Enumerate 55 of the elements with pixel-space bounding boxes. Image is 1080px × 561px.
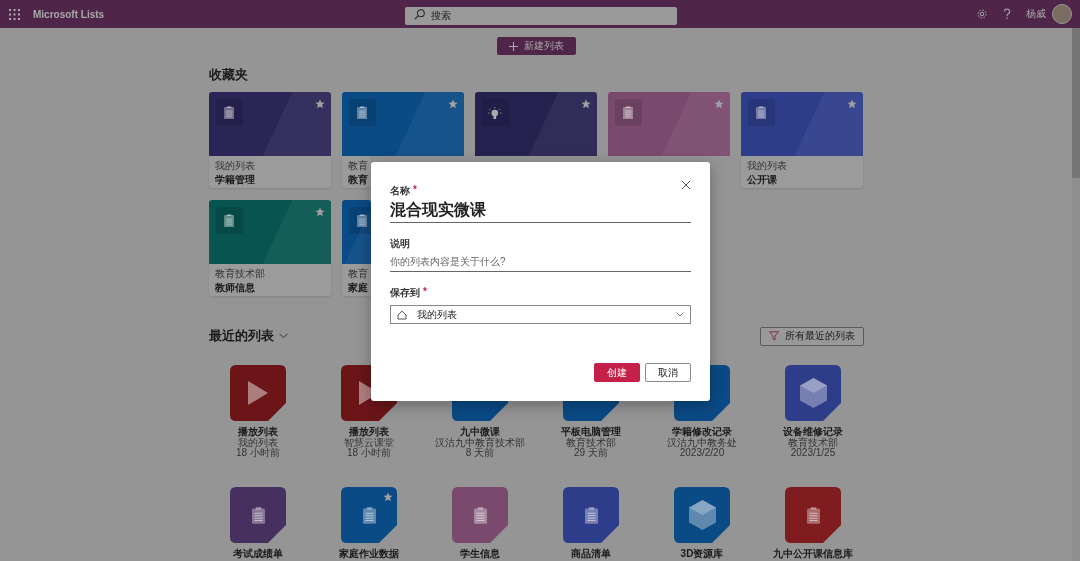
list-name[interactable]: 平板电脑管理: [561, 426, 621, 438]
list-name[interactable]: 学籍修改记录: [672, 426, 732, 438]
card-footer[interactable]: 教育 教育: [341, 156, 371, 188]
card-footer[interactable]: 教育技术部 教师信息: [208, 264, 331, 296]
card-title: 家庭: [347, 281, 368, 295]
field-label: 保存到: [390, 286, 420, 299]
new-list-button[interactable]: 新建列表: [496, 37, 576, 55]
card-title: 教育: [347, 173, 368, 187]
list-name[interactable]: 设备维修记录: [783, 426, 843, 438]
list-name[interactable]: 考试成绩单: [233, 548, 283, 560]
list-location: 汉沽九中教育技术部: [435, 438, 525, 448]
search-field[interactable]: 搜索: [404, 6, 677, 25]
card-title: 教师信息: [214, 281, 255, 295]
list-location: 汉沽九中教务处: [667, 438, 737, 448]
create-button[interactable]: 创建: [594, 363, 640, 382]
card-label: 我的列表: [746, 160, 787, 172]
required-mark: *: [423, 286, 427, 299]
list-location: 教育技术部: [788, 438, 838, 448]
list-time: 29 天前: [574, 448, 608, 458]
card-label: 教育: [347, 160, 368, 172]
list-location: 智慧云课堂: [344, 438, 394, 448]
user-name[interactable]: 杨威: [1026, 7, 1046, 21]
required-mark: *: [413, 184, 417, 197]
section-heading: 收藏夹: [208, 67, 248, 82]
card-footer[interactable]: 我的列表 学籍管理: [208, 156, 331, 188]
filter-button[interactable]: 所有最近的列表: [759, 326, 864, 346]
card-label: 教育技术部: [214, 268, 265, 280]
list-time: 8 天前: [465, 448, 495, 458]
list-name[interactable]: 学生信息: [460, 548, 500, 560]
list-time: 18 小时前: [236, 448, 280, 458]
list-time: 2023/2/20: [679, 448, 725, 458]
list-name[interactable]: 家庭作业数据: [339, 548, 399, 560]
field-label: 名称: [390, 184, 410, 197]
save-to-dropdown[interactable]: 我的列表: [390, 305, 691, 324]
list-time: 18 小时前: [347, 448, 391, 458]
list-location: 教育技术部: [566, 438, 616, 448]
list-name[interactable]: 九中公开课信息库: [773, 548, 853, 560]
field-label: 说明: [390, 237, 410, 250]
app-title[interactable]: Microsoft Lists: [33, 8, 105, 20]
card-title: 公开课: [746, 173, 777, 187]
list-time: 2023/1/25: [790, 448, 836, 458]
card-title: 学籍管理: [214, 173, 255, 187]
card-label: 我的列表: [214, 160, 255, 172]
section-heading[interactable]: 最近的列表: [208, 327, 274, 345]
list-name[interactable]: 播放列表: [238, 426, 278, 438]
list-name[interactable]: 九中微课: [460, 426, 500, 438]
list-name[interactable]: 播放列表: [349, 426, 389, 438]
list-location: 我的列表: [238, 438, 278, 448]
name-field[interactable]: 混合现实微课: [390, 199, 691, 223]
list-name[interactable]: 商品清单: [571, 548, 611, 560]
card-footer[interactable]: 教育 家庭: [341, 264, 371, 296]
card-footer[interactable]: 我的列表 公开课: [740, 156, 863, 188]
list-name[interactable]: 3D资源库: [680, 548, 724, 560]
card-label: 教育: [347, 268, 368, 280]
cancel-button[interactable]: 取消: [645, 363, 691, 382]
